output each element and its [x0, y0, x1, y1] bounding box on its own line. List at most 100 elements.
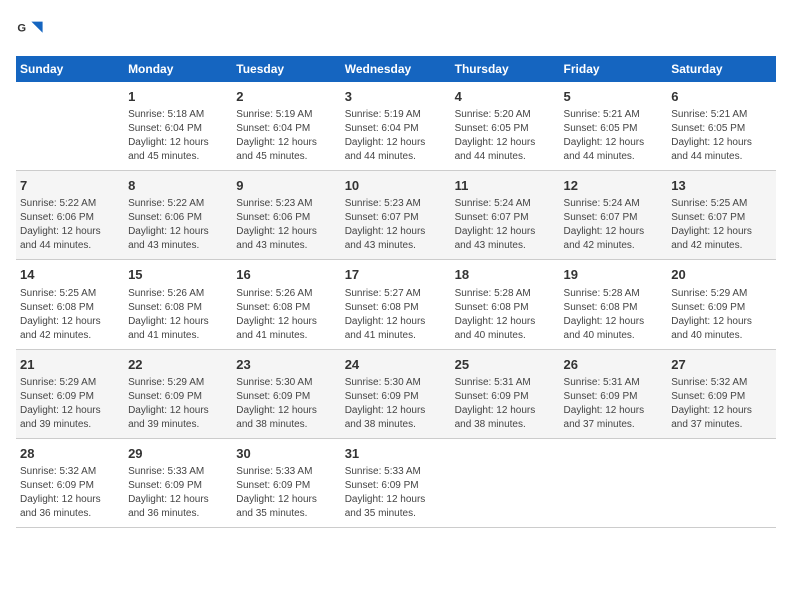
calendar-cell: 30 Sunrise: 5:33 AM Sunset: 6:09 PM Dayli…: [232, 438, 340, 527]
day-number: 18: [455, 266, 556, 284]
day-number: 26: [564, 356, 664, 374]
calendar-cell: 29 Sunrise: 5:33 AM Sunset: 6:09 PM Dayli…: [124, 438, 232, 527]
calendar-cell: [451, 438, 560, 527]
day-number: 30: [236, 445, 336, 463]
calendar-cell: 6Sunrise: 5:21 AM Sunset: 6:05 PM Daylig…: [667, 82, 776, 171]
calendar-cell: 31Sunrise: 5:33 AM Sunset: 6:09 PM Dayli…: [341, 438, 451, 527]
calendar-cell: 4 Sunrise: 5:20 AM Sunset: 6:05 PM Daylig…: [451, 82, 560, 171]
calendar-cell: 22 Sunrise: 5:29 AM Sunset: 6:09 PM Dayli…: [124, 349, 232, 438]
calendar-cell: [667, 438, 776, 527]
day-info: Sunrise: 5:33 AM Sunset: 6:09 PM Dayligh…: [345, 465, 447, 521]
logo-icon: G: [16, 16, 44, 44]
calendar-cell: 10Sunrise: 5:23 AM Sunset: 6:07 PM Dayli…: [341, 171, 451, 260]
day-number: 15: [128, 266, 228, 284]
day-number: 14: [20, 266, 120, 284]
calendar-week-row: 21Sunrise: 5:29 AM Sunset: 6:09 PM Dayli…: [16, 349, 776, 438]
day-info: Sunrise: 5:25 AM Sunset: 6:07 PM Dayligh…: [671, 197, 772, 253]
calendar-cell: 1 Sunrise: 5:18 AM Sunset: 6:04 PM Daylig…: [124, 82, 232, 171]
calendar-week-row: 14 Sunrise: 5:25 AM Sunset: 6:08 PM Dayli…: [16, 260, 776, 349]
day-number: 17: [345, 266, 447, 284]
day-number: 9: [236, 177, 336, 195]
calendar-cell: 8 Sunrise: 5:22 AM Sunset: 6:06 PM Daylig…: [124, 171, 232, 260]
day-number: 19: [564, 266, 664, 284]
calendar-cell: 12 Sunrise: 5:24 AM Sunset: 6:07 PM Dayli…: [560, 171, 668, 260]
day-number: 10: [345, 177, 447, 195]
column-header-friday: Friday: [560, 56, 668, 82]
day-info: Sunrise: 5:31 AM Sunset: 6:09 PM Dayligh…: [455, 376, 556, 432]
day-number: 23: [236, 356, 336, 374]
column-header-wednesday: Wednesday: [341, 56, 451, 82]
day-number: 3: [345, 88, 447, 106]
column-header-thursday: Thursday: [451, 56, 560, 82]
calendar-cell: 16Sunrise: 5:26 AM Sunset: 6:08 PM Dayli…: [232, 260, 340, 349]
calendar-cell: 20Sunrise: 5:29 AM Sunset: 6:09 PM Dayli…: [667, 260, 776, 349]
page-header: G: [16, 16, 776, 44]
day-info: Sunrise: 5:21 AM Sunset: 6:05 PM Dayligh…: [564, 108, 664, 164]
calendar-cell: 15Sunrise: 5:26 AM Sunset: 6:08 PM Dayli…: [124, 260, 232, 349]
column-header-tuesday: Tuesday: [232, 56, 340, 82]
calendar-week-row: 7 Sunrise: 5:22 AM Sunset: 6:06 PM Daylig…: [16, 171, 776, 260]
day-info: Sunrise: 5:33 AM Sunset: 6:09 PM Dayligh…: [128, 465, 228, 521]
svg-text:G: G: [17, 22, 26, 34]
day-number: 22: [128, 356, 228, 374]
day-number: 28: [20, 445, 120, 463]
day-info: Sunrise: 5:33 AM Sunset: 6:09 PM Dayligh…: [236, 465, 336, 521]
day-number: 1: [128, 88, 228, 106]
day-info: Sunrise: 5:23 AM Sunset: 6:06 PM Dayligh…: [236, 197, 336, 253]
day-info: Sunrise: 5:21 AM Sunset: 6:05 PM Dayligh…: [671, 108, 772, 164]
calendar-cell: 26 Sunrise: 5:31 AM Sunset: 6:09 PM Dayli…: [560, 349, 668, 438]
day-number: 8: [128, 177, 228, 195]
logo: G: [16, 16, 48, 44]
column-header-monday: Monday: [124, 56, 232, 82]
column-header-sunday: Sunday: [16, 56, 124, 82]
day-info: Sunrise: 5:27 AM Sunset: 6:08 PM Dayligh…: [345, 287, 447, 343]
day-info: Sunrise: 5:25 AM Sunset: 6:08 PM Dayligh…: [20, 287, 120, 343]
day-info: Sunrise: 5:29 AM Sunset: 6:09 PM Dayligh…: [20, 376, 120, 432]
day-number: 7: [20, 177, 120, 195]
calendar-cell: 23 Sunrise: 5:30 AM Sunset: 6:09 PM Dayli…: [232, 349, 340, 438]
calendar-cell: [560, 438, 668, 527]
calendar-cell: 7Sunrise: 5:22 AM Sunset: 6:06 PM Daylig…: [16, 171, 124, 260]
day-info: Sunrise: 5:29 AM Sunset: 6:09 PM Dayligh…: [128, 376, 228, 432]
calendar-cell: 17 Sunrise: 5:27 AM Sunset: 6:08 PM Dayli…: [341, 260, 451, 349]
calendar-cell: 2 Sunrise: 5:19 AM Sunset: 6:04 PM Daylig…: [232, 82, 340, 171]
calendar-cell: 19 Sunrise: 5:28 AM Sunset: 6:08 PM Dayli…: [560, 260, 668, 349]
calendar-cell: [16, 82, 124, 171]
day-number: 12: [564, 177, 664, 195]
day-number: 20: [671, 266, 772, 284]
day-number: 25: [455, 356, 556, 374]
day-info: Sunrise: 5:24 AM Sunset: 6:07 PM Dayligh…: [455, 197, 556, 253]
column-header-saturday: Saturday: [667, 56, 776, 82]
day-number: 16: [236, 266, 336, 284]
calendar-cell: 24 Sunrise: 5:30 AM Sunset: 6:09 PM Dayli…: [341, 349, 451, 438]
day-number: 4: [455, 88, 556, 106]
calendar-cell: 14 Sunrise: 5:25 AM Sunset: 6:08 PM Dayli…: [16, 260, 124, 349]
day-info: Sunrise: 5:20 AM Sunset: 6:05 PM Dayligh…: [455, 108, 556, 164]
calendar-week-row: 28 Sunrise: 5:32 AM Sunset: 6:09 PM Dayli…: [16, 438, 776, 527]
day-number: 5: [564, 88, 664, 106]
calendar-cell: 5 Sunrise: 5:21 AM Sunset: 6:05 PM Daylig…: [560, 82, 668, 171]
day-info: Sunrise: 5:32 AM Sunset: 6:09 PM Dayligh…: [671, 376, 772, 432]
day-info: Sunrise: 5:31 AM Sunset: 6:09 PM Dayligh…: [564, 376, 664, 432]
calendar-cell: 25 Sunrise: 5:31 AM Sunset: 6:09 PM Dayli…: [451, 349, 560, 438]
day-info: Sunrise: 5:30 AM Sunset: 6:09 PM Dayligh…: [345, 376, 447, 432]
calendar-cell: 28 Sunrise: 5:32 AM Sunset: 6:09 PM Dayli…: [16, 438, 124, 527]
day-number: 13: [671, 177, 772, 195]
day-info: Sunrise: 5:24 AM Sunset: 6:07 PM Dayligh…: [564, 197, 664, 253]
day-info: Sunrise: 5:19 AM Sunset: 6:04 PM Dayligh…: [236, 108, 336, 164]
day-number: 11: [455, 177, 556, 195]
calendar-header-row: SundayMondayTuesdayWednesdayThursdayFrid…: [16, 56, 776, 82]
day-number: 27: [671, 356, 772, 374]
day-info: Sunrise: 5:32 AM Sunset: 6:09 PM Dayligh…: [20, 465, 120, 521]
day-number: 24: [345, 356, 447, 374]
day-number: 29: [128, 445, 228, 463]
day-info: Sunrise: 5:22 AM Sunset: 6:06 PM Dayligh…: [128, 197, 228, 253]
calendar-cell: 11 Sunrise: 5:24 AM Sunset: 6:07 PM Dayli…: [451, 171, 560, 260]
calendar-week-row: 1 Sunrise: 5:18 AM Sunset: 6:04 PM Daylig…: [16, 82, 776, 171]
day-info: Sunrise: 5:28 AM Sunset: 6:08 PM Dayligh…: [564, 287, 664, 343]
calendar-table: SundayMondayTuesdayWednesdayThursdayFrid…: [16, 56, 776, 528]
day-number: 2: [236, 88, 336, 106]
day-info: Sunrise: 5:30 AM Sunset: 6:09 PM Dayligh…: [236, 376, 336, 432]
calendar-cell: 27 Sunrise: 5:32 AM Sunset: 6:09 PM Dayli…: [667, 349, 776, 438]
day-info: Sunrise: 5:18 AM Sunset: 6:04 PM Dayligh…: [128, 108, 228, 164]
